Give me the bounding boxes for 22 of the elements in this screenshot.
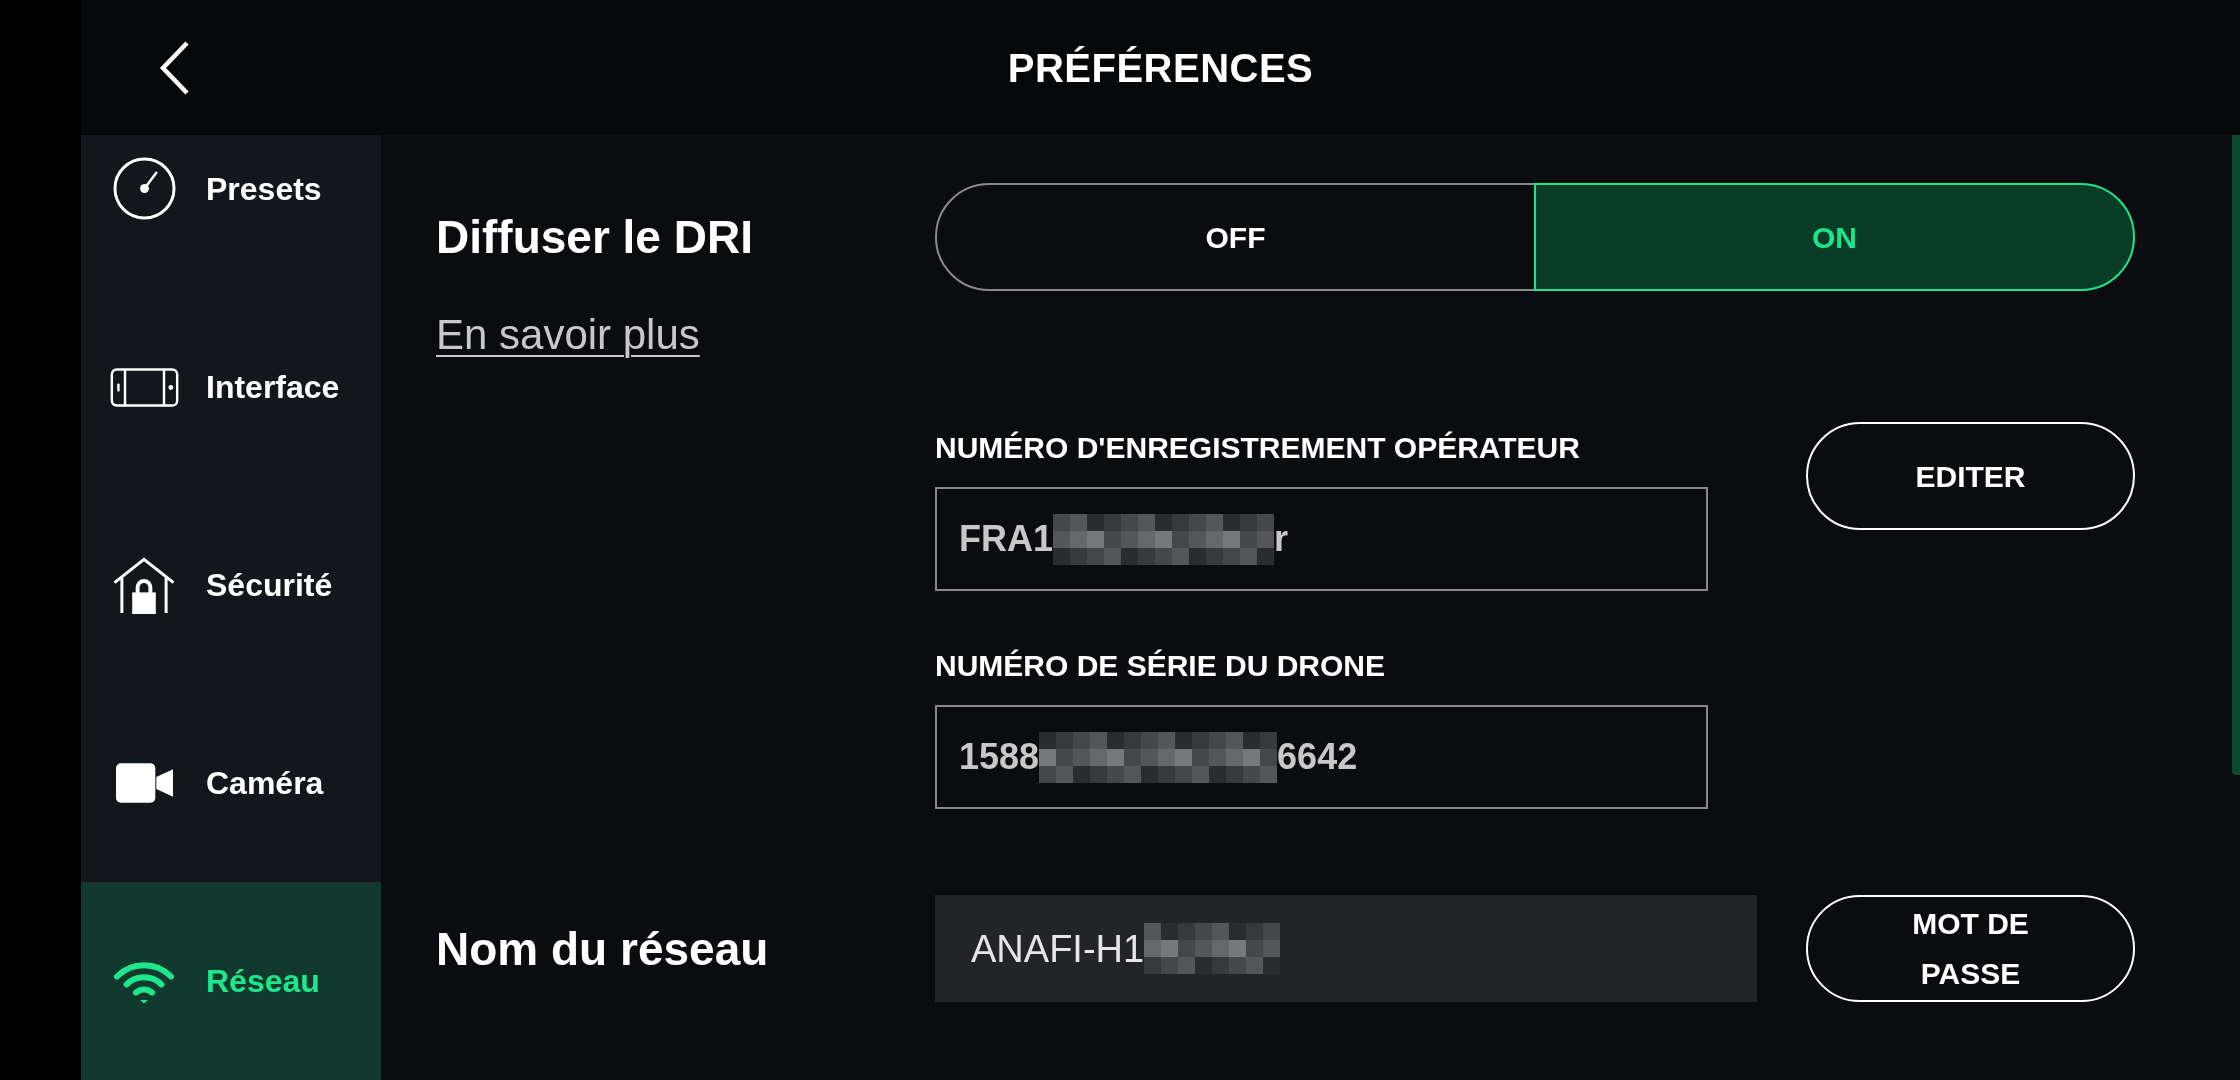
learn-more-link[interactable]: En savoir plus bbox=[436, 311, 700, 358]
edit-button[interactable]: EDITER bbox=[1806, 422, 2135, 530]
sidebar-item[interactable]: Presets bbox=[81, 135, 381, 288]
house-lock-icon bbox=[112, 556, 176, 614]
setting-label: Diffuser le DRI bbox=[436, 210, 753, 264]
toggle-option[interactable]: ON bbox=[1534, 183, 2135, 291]
field-label: NUMÉRO DE SÉRIE DU DRONE bbox=[935, 648, 1387, 684]
network-name-field[interactable]: ANAFI-H1 bbox=[935, 895, 1757, 1002]
field-label: NUMÉRO D'ENREGISTREMENT OPÉRATEUR bbox=[935, 430, 1581, 466]
page-title: PRÉFÉRENCES bbox=[1007, 44, 1314, 92]
sidebar-item[interactable]: Réseau bbox=[81, 882, 381, 1080]
sidebar-item[interactable]: Sécurité bbox=[81, 486, 381, 684]
video-camera-icon bbox=[115, 763, 173, 803]
sidebar-item[interactable]: Caméra bbox=[81, 684, 381, 882]
gauge-icon bbox=[112, 157, 176, 220]
password-button[interactable]: MOT DE PASSE bbox=[1806, 895, 2135, 1002]
operator-number-field[interactable]: FRA1 r bbox=[935, 487, 1708, 591]
setting-label: Nom du réseau bbox=[436, 921, 769, 976]
chevron-left-icon bbox=[159, 39, 191, 96]
sidebar-item[interactable]: Interface bbox=[81, 288, 381, 486]
phone-icon bbox=[109, 367, 179, 407]
serial-number-field[interactable]: 1588 6642 bbox=[935, 705, 1708, 809]
